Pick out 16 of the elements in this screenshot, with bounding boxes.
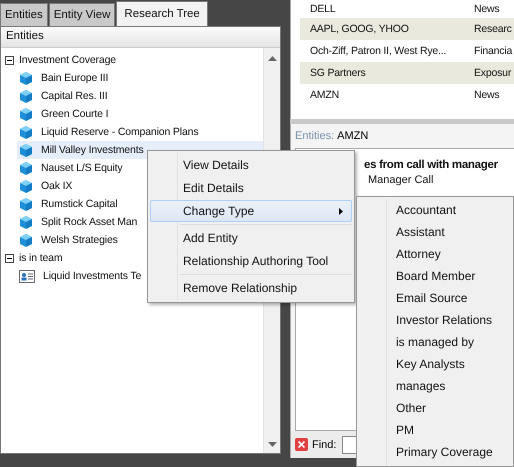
- panel-header: Entities: [1, 27, 280, 48]
- document-subheading: Manager Call: [368, 174, 434, 186]
- table-cell-text: DELL: [309, 3, 336, 15]
- table-cell-text: AMZN: [309, 89, 340, 101]
- table-cell: News: [474, 89, 500, 101]
- table-cell-text: Och-Ziff, Patron II, West Rye...: [309, 45, 448, 57]
- table-cell: Researc: [474, 23, 512, 35]
- find-label: Find:: [312, 438, 336, 450]
- table-cell: Financia: [474, 45, 512, 57]
- table-cell: News: [474, 3, 500, 15]
- table-cell: Exposur: [474, 67, 512, 79]
- table-cell-text: SG Partners: [309, 67, 367, 79]
- table-cell-text: AAPL, GOOG, YHOO: [309, 23, 410, 35]
- entities-value: AMZN: [337, 130, 368, 142]
- entities-label: Entities:: [295, 130, 334, 142]
- document-heading: es from call with manager: [364, 159, 499, 171]
